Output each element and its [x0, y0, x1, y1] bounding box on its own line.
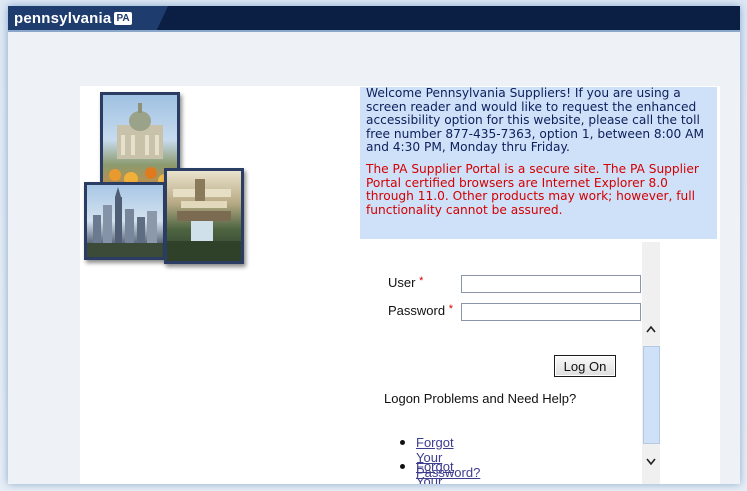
main-content: Welcome Pennsylvania Suppliers! If you a… — [80, 86, 720, 484]
header-bar: pennsylvania PA — [8, 6, 740, 30]
welcome-message: Welcome Pennsylvania Suppliers! If you a… — [366, 87, 705, 155]
vertical-scrollbar[interactable] — [642, 242, 660, 484]
header-divider — [8, 30, 740, 32]
required-marker: * — [419, 275, 424, 287]
fallingwater-photo — [164, 168, 244, 264]
page-background: pennsylvania PA Welcome Pennsylvania Sup… — [0, 0, 747, 491]
browser-viewport: pennsylvania PA Welcome Pennsylvania Sup… — [8, 6, 740, 484]
password-label-text: Password — [388, 303, 446, 318]
user-label-text: User — [388, 275, 416, 290]
user-label: User * — [388, 275, 423, 290]
chevron-down-icon[interactable] — [642, 454, 660, 470]
forgot-userid-link[interactable]: Forgot Your UserID? — [416, 459, 464, 484]
password-label: Password * — [388, 303, 453, 318]
security-notice: The PA Supplier Portal is a secure site.… — [366, 162, 699, 217]
pa-keystone-badge: PA — [114, 11, 132, 25]
help-heading: Logon Problems and Need Help? — [384, 391, 577, 406]
logo-text: pennsylvania — [14, 9, 112, 27]
bullet-icon — [400, 464, 405, 469]
password-input[interactable] — [461, 303, 641, 321]
pennsylvania-logo: pennsylvania PA — [14, 9, 132, 27]
required-marker: * — [448, 303, 453, 315]
log-on-button[interactable]: Log On — [554, 355, 616, 377]
welcome-panel: Welcome Pennsylvania Suppliers! If you a… — [360, 87, 717, 239]
scrollbar-thumb[interactable] — [643, 346, 660, 444]
bullet-icon — [400, 440, 405, 445]
user-input[interactable] — [461, 275, 641, 293]
philadelphia-skyline-photo — [84, 182, 166, 260]
chevron-up-icon[interactable] — [642, 322, 660, 338]
login-form: User * Password * Log On Logon Problems … — [360, 239, 717, 484]
